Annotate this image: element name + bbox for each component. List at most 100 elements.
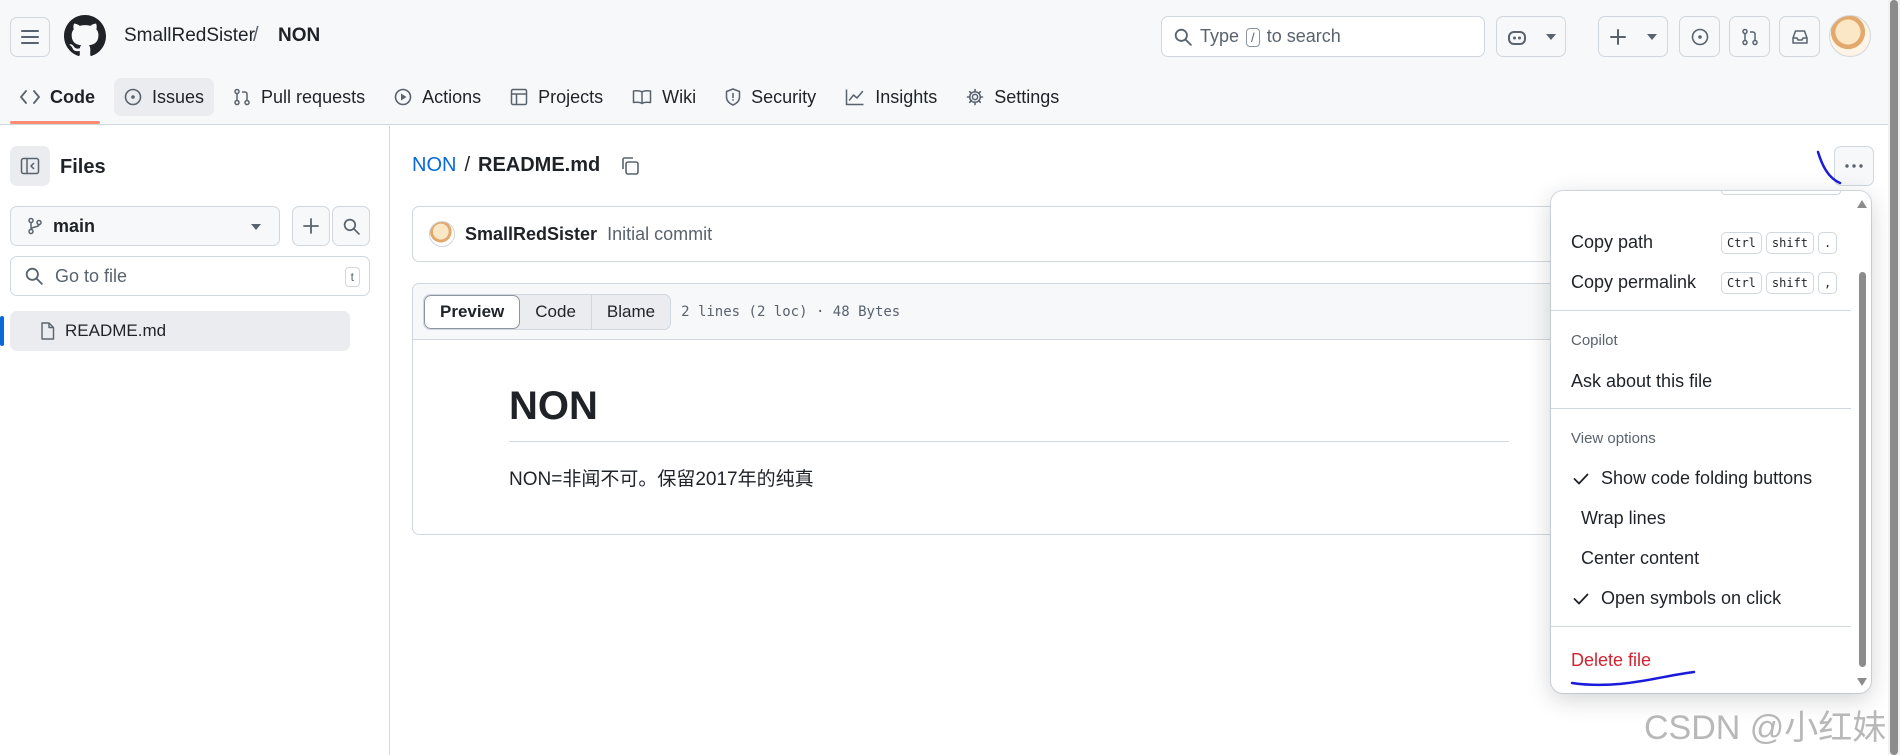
copilot-button[interactable]	[1496, 16, 1566, 57]
file-tree-item-label: README.md	[65, 321, 167, 340]
issues-button[interactable]	[1679, 16, 1720, 57]
tab-actions[interactable]: Actions	[384, 78, 491, 116]
file-actions-menu: Copy path Ctrl shift . Copy permalink Ct…	[1551, 191, 1871, 693]
menu-button[interactable]	[10, 17, 50, 57]
chevron-down-icon	[1646, 33, 1657, 40]
menu-divider	[1551, 408, 1851, 409]
app-header: SmallRedSister / NON Type / to search Co…	[0, 0, 1900, 125]
path-file-name: README.md	[478, 154, 601, 176]
file-tree-item[interactable]: README.md	[10, 311, 350, 351]
breadcrumb-owner[interactable]: SmallRedSister	[124, 25, 255, 47]
search-input[interactable]: Type / to search	[1161, 16, 1485, 57]
check-icon	[1573, 473, 1589, 485]
code-tab[interactable]: Code	[520, 295, 591, 329]
chevron-down-icon	[251, 224, 261, 230]
kebab-horizontal-icon	[1845, 164, 1863, 168]
pull-requests-button[interactable]	[1729, 16, 1770, 57]
blame-tab[interactable]: Blame	[590, 294, 670, 329]
preview-tab[interactable]: Preview	[424, 294, 521, 329]
copy-permalink-shortcut: Ctrl shift ,	[1721, 272, 1838, 294]
tab-label: Wiki	[662, 86, 697, 107]
graph-icon	[845, 89, 864, 106]
table-icon	[510, 88, 528, 106]
copy-permalink-item[interactable]: Copy permalink	[1571, 272, 1696, 293]
git-branch-icon	[28, 217, 42, 235]
repo-nav: Code Issues Pull requests Actions Projec…	[0, 78, 1078, 125]
readme-heading: NON	[509, 384, 1509, 442]
search-files-button[interactable]	[332, 206, 370, 246]
key-comma: ,	[1818, 272, 1838, 294]
commit-message[interactable]: Initial commit	[607, 224, 712, 245]
commit-author-avatar[interactable]	[429, 221, 455, 247]
scroll-up-arrow-icon	[1857, 200, 1867, 208]
inbox-icon	[1791, 29, 1808, 44]
tab-wiki[interactable]: Wiki	[622, 78, 706, 116]
markdown-body: NON NON=非闻不可。保留2017年的纯真	[509, 384, 1509, 491]
check-icon	[1573, 593, 1589, 605]
branch-selector[interactable]: main	[10, 206, 280, 246]
tab-label: Pull requests	[261, 86, 366, 107]
commit-author[interactable]: SmallRedSister	[465, 224, 597, 245]
path-repo-link[interactable]: NON	[412, 154, 456, 177]
wrap-lines-item[interactable]: Wrap lines	[1581, 508, 1666, 529]
menu-scrollbar-thumb[interactable]	[1859, 272, 1866, 667]
go-to-file-input[interactable]: Go to file t	[10, 256, 370, 296]
delete-file-item[interactable]: Delete file	[1571, 650, 1651, 671]
tab-settings[interactable]: Settings	[956, 78, 1069, 116]
tab-projects[interactable]: Projects	[500, 78, 613, 116]
add-file-button[interactable]	[292, 206, 330, 246]
search-icon	[25, 267, 43, 285]
show-code-folding-item[interactable]: Show code folding buttons	[1601, 468, 1812, 489]
branch-name: main	[53, 215, 96, 236]
tab-insights[interactable]: Insights	[835, 78, 947, 116]
file-path-breadcrumb: NON / README.md	[412, 154, 640, 177]
gear-icon	[966, 88, 984, 106]
hamburger-icon	[21, 30, 39, 44]
breadcrumb-separator: /	[253, 24, 259, 46]
page-scrollbar[interactable]	[1888, 0, 1900, 755]
key-ctrl: Ctrl	[1721, 232, 1762, 254]
key-shift: shift	[1765, 232, 1815, 254]
tab-issues[interactable]: Issues	[114, 78, 215, 116]
menu-scrollbar[interactable]	[1857, 200, 1867, 686]
create-new-button[interactable]	[1598, 16, 1668, 57]
tab-label: Security	[751, 86, 817, 107]
sidebar-collapse-icon	[20, 157, 40, 175]
menu-clipped-row	[1721, 191, 1841, 195]
book-icon	[632, 89, 652, 105]
breadcrumb-repo[interactable]: NON	[278, 25, 320, 47]
open-symbols-item[interactable]: Open symbols on click	[1601, 588, 1781, 609]
tab-code[interactable]: Code	[10, 78, 105, 116]
scroll-down-arrow-icon	[1857, 678, 1867, 686]
inbox-button[interactable]	[1779, 16, 1820, 57]
code-icon	[20, 90, 40, 104]
play-icon	[394, 88, 412, 106]
tab-pull-requests[interactable]: Pull requests	[223, 78, 375, 116]
avatar[interactable]	[1829, 15, 1871, 57]
tab-label: Insights	[875, 86, 938, 107]
collapse-sidebar-button[interactable]	[10, 146, 50, 186]
page-scrollbar-thumb[interactable]	[1890, 0, 1898, 755]
copy-path-item[interactable]: Copy path	[1571, 232, 1653, 253]
ask-about-file-item[interactable]: Ask about this file	[1571, 371, 1712, 392]
copy-permalink-label: Copy permalink	[1571, 272, 1697, 292]
file-icon	[41, 322, 55, 340]
files-heading: Files	[60, 156, 106, 178]
chevron-down-icon	[1545, 33, 1556, 40]
go-to-file-shortcut: t	[344, 267, 360, 287]
issue-opened-icon	[1691, 28, 1708, 45]
search-shortcut-key: /	[1246, 28, 1260, 47]
file-tree-sidebar: Files main Go to file t README.md	[0, 126, 390, 755]
more-options-button[interactable]	[1834, 146, 1874, 186]
copy-icon[interactable]	[620, 156, 640, 176]
tab-label: Issues	[152, 86, 205, 107]
github-logo-icon[interactable]	[64, 15, 106, 57]
center-content-item[interactable]: Center content	[1581, 548, 1699, 569]
file-meta: 2 lines (2 loc) · 48 Bytes	[681, 303, 901, 320]
tab-security[interactable]: Security	[715, 78, 826, 116]
tab-label: Projects	[538, 86, 604, 107]
copilot-icon	[1507, 30, 1526, 45]
shield-icon	[725, 88, 741, 106]
go-to-file-placeholder: Go to file	[55, 265, 128, 286]
view-mode-switch: Preview Code Blame	[423, 293, 672, 330]
